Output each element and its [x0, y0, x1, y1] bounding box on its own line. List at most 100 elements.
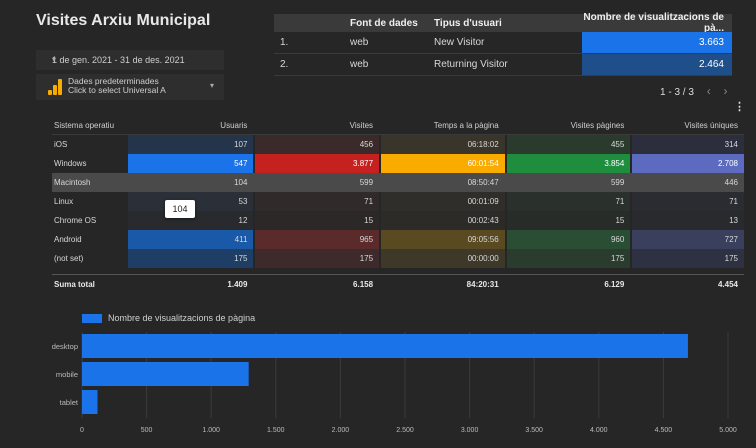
cell-unique-visits: 2.708 [632, 154, 745, 173]
header-page-visits[interactable]: Visites pàgines [507, 121, 631, 130]
os-name: iOS [54, 140, 68, 149]
cell-visits: 71 [255, 192, 380, 211]
bar-tablet [82, 390, 98, 414]
cell-visits: 599 [255, 173, 380, 192]
data-source-line2: Click to select Universal A [68, 85, 166, 95]
table-row[interactable]: (not set) 175 175 00:00:00 175 175 [52, 249, 745, 268]
cell-unique-visits: 175 [632, 249, 745, 268]
row-user-type: New Visitor [434, 37, 485, 48]
hover-tooltip: 104 [165, 200, 195, 218]
cell-unique-visits: 71 [632, 192, 745, 211]
os-table: Sistema operatiu Usuaris Visites Temps a… [52, 116, 745, 293]
row-index: 2. [280, 59, 289, 70]
x-tick-label: 4.500 [655, 427, 673, 434]
chart-legend[interactable]: Nombre de visualitzacions de pàgina [82, 313, 255, 323]
header-users[interactable]: Usuaris [128, 121, 254, 130]
os-name: Windows [54, 159, 87, 168]
cell-page-visits: 960 [506, 230, 631, 249]
cell-unique-visits: 314 [632, 135, 745, 154]
os-name: Macintosh [54, 178, 91, 187]
table-row[interactable]: Windows 547 3.877 60:01:54 3.854 2.708 [52, 154, 745, 173]
cell-time: 60:01:54 [381, 154, 505, 173]
cell-page-visits: 599 [506, 173, 631, 192]
analytics-icon [48, 79, 62, 95]
total-page-visits: 6.129 [604, 279, 625, 289]
table-row[interactable]: iOS 107 456 06:18:02 455 314 [52, 135, 745, 154]
x-tick-label: 5.000 [719, 427, 737, 434]
x-tick-label: 3.000 [461, 427, 479, 434]
os-name: Linux [54, 197, 74, 206]
cell-visits: 175 [255, 249, 380, 268]
cell-page-visits: 455 [506, 135, 631, 154]
cell-users: 104 [127, 173, 254, 192]
cell-unique-visits: 446 [632, 173, 745, 192]
legend-label: Nombre de visualitzacions de pàgina [108, 313, 256, 323]
total-label: Suma total [54, 279, 95, 289]
cell-users: 411 [127, 230, 254, 249]
next-page-button[interactable]: › [723, 84, 727, 98]
bar-desktop [82, 334, 688, 358]
cell-page-visits: 15 [506, 211, 631, 230]
cell-users: 107 [127, 135, 254, 154]
total-users: 1.409 [227, 279, 248, 289]
date-range-selector[interactable]: 1 de gen. 2021 - 31 de des. 2021 ▾ [36, 50, 224, 70]
table-row[interactable]: Linux 53 71 00:01:09 71 71 [52, 192, 745, 211]
y-category-label: tablet [60, 398, 79, 407]
y-category-label: desktop [52, 342, 78, 351]
table-row[interactable]: Android 411 965 09:05:56 960 727 [52, 230, 745, 249]
header-os[interactable]: Sistema operatiu [52, 121, 128, 130]
header-visits[interactable]: Visites [255, 121, 379, 130]
legend-swatch [82, 313, 102, 323]
cell-time: 09:05:56 [381, 230, 505, 249]
dropdown-caret-icon: ▾ [209, 81, 214, 90]
cell-page-visits: 3.854 [506, 154, 631, 173]
row-source: web [350, 37, 369, 48]
total-unique-visits: 4.454 [717, 279, 739, 289]
row-index: 1. [280, 37, 289, 48]
os-name: Chrome OS [54, 216, 97, 225]
cell-time: 00:02:43 [381, 211, 505, 230]
pagination-label: 1 - 3 / 3 [660, 87, 694, 98]
cell-visits: 456 [255, 135, 380, 154]
cell-unique-visits: 13 [632, 211, 745, 230]
os-name: Android [54, 235, 82, 244]
header-time[interactable]: Temps a la pàgina [381, 121, 505, 130]
os-table-body: iOS 107 456 06:18:02 455 314 Windows 547 3.877 60… [52, 135, 745, 268]
row-views: 2.464 [582, 54, 732, 75]
x-tick-label: 3.500 [525, 427, 543, 434]
x-tick-label: 500 [141, 427, 153, 434]
x-tick-label: 2.000 [332, 427, 350, 434]
total-time: 84:20:31 [466, 279, 499, 289]
pagination: 1 - 3 / 3 ‹ › [660, 84, 727, 98]
x-tick-label: 0 [80, 427, 84, 434]
cell-page-visits: 175 [506, 249, 631, 268]
row-views: 3.663 [582, 32, 732, 53]
total-row: Suma total 1.409 6.158 84:20:31 6.129 4.… [52, 274, 744, 293]
prev-page-button[interactable]: ‹ [707, 84, 711, 98]
header-unique-visits[interactable]: Visites úniques [632, 121, 744, 130]
row-source: web [350, 59, 369, 70]
device-bar-chart: 0 500 1.000 1.500 2.000 2.500 3.000 3.500 4.000 4… [52, 332, 737, 434]
cell-page-visits: 71 [506, 192, 631, 211]
cell-time: 08:50:47 [381, 173, 505, 192]
header-font-dades[interactable]: Font de dades [340, 14, 426, 32]
x-tick-label: 2.500 [396, 427, 414, 434]
cell-visits: 15 [255, 211, 380, 230]
header-tipus-usuari[interactable]: Tipus d'usuari [426, 14, 582, 32]
table-row[interactable]: Macintosh 104 599 08:50:47 599 446 [52, 173, 745, 192]
os-table-header: Sistema operatiu Usuaris Visites Temps a… [52, 116, 744, 135]
cell-time: 00:01:09 [381, 192, 505, 211]
x-tick-label: 4.000 [590, 427, 608, 434]
table-row[interactable]: Chrome OS 12 15 00:02:43 15 13 [52, 211, 745, 230]
source-table: Font de dades Tipus d'usuari Nombre de v… [274, 12, 732, 76]
bar-mobile [82, 362, 249, 386]
dropdown-caret-icon: ▾ [52, 55, 57, 64]
data-source-selector[interactable]: Dades predeterminades Click to select Un… [36, 74, 224, 100]
table-row[interactable]: 2. web Returning Visitor 2.464 [274, 54, 732, 76]
header-visualitzacions[interactable]: Nombre de visualitzacions de pà... [582, 12, 732, 34]
table-row[interactable]: 1. web New Visitor 3.663 [274, 32, 732, 54]
cell-time: 06:18:02 [381, 135, 505, 154]
more-options-icon[interactable]: ⋮ [734, 100, 745, 113]
report-title: Visites Arxiu Municipal [36, 12, 211, 29]
y-category-label: mobile [56, 370, 78, 379]
